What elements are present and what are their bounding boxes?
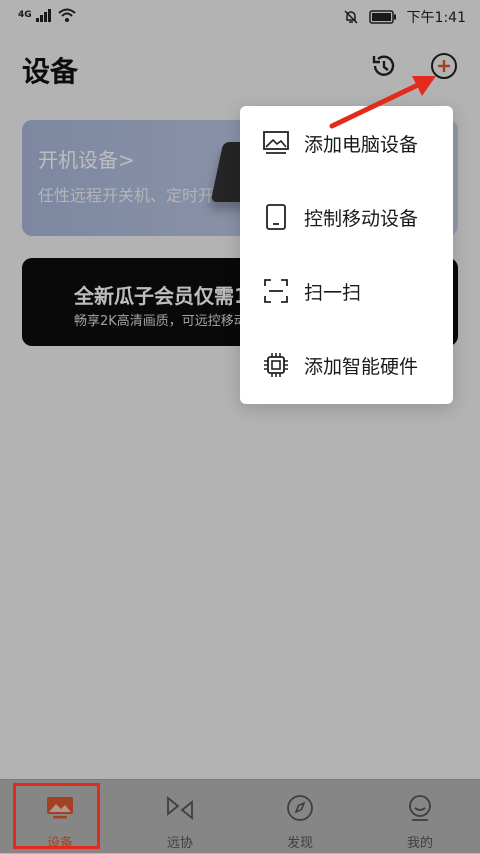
menu-item-add-computer-label: 添加电脑设备	[304, 133, 419, 156]
menu-item-add-smart-hardware-label: 添加智能硬件	[304, 355, 419, 378]
menu-item-control-mobile-label: 控制移动设备	[304, 207, 419, 230]
scan-icon	[260, 275, 292, 307]
menu-item-add-smart-hardware[interactable]: 添加智能硬件	[240, 328, 453, 402]
tablet-icon	[260, 201, 292, 233]
computer-icon	[260, 127, 292, 159]
menu-item-add-computer[interactable]: 添加电脑设备	[240, 106, 453, 180]
chip-icon	[260, 349, 292, 381]
menu-item-control-mobile[interactable]: 控制移动设备	[240, 180, 453, 254]
annotation-highlight-box	[13, 783, 100, 849]
menu-item-scan-label: 扫一扫	[304, 281, 362, 304]
menu-item-scan[interactable]: 扫一扫	[240, 254, 453, 328]
add-menu-dropdown: 添加电脑设备 控制移动设备 扫一扫 添加智能硬件	[240, 106, 453, 404]
